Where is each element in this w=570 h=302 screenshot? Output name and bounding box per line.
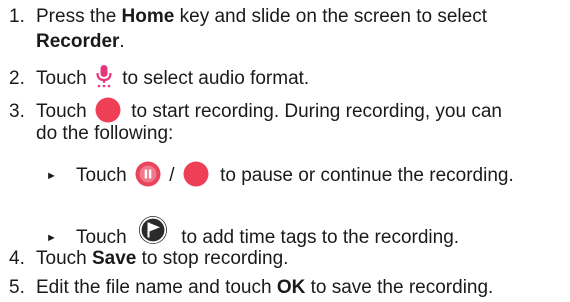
step-text: key and slide on the screen to select [174, 6, 487, 27]
bullet-arrow-icon: ► [46, 170, 57, 182]
step-text: do the following: [36, 123, 174, 144]
step-text: Edit the file name and touch [36, 277, 277, 298]
step-text: to select audio format. [116, 68, 310, 89]
step-5: 5. Edit the file name and touch OK to sav… [9, 276, 493, 300]
step-number: 5. [9, 277, 25, 298]
step-text: Touch [36, 101, 92, 122]
record-button-icon [183, 161, 209, 187]
step-4: 4. Touch Save to stop recording. [9, 247, 288, 271]
step-text: Touch [76, 227, 132, 248]
separator-slash: / [163, 165, 180, 186]
step-number: 2. [9, 68, 25, 89]
step-text: to add time tags to the recording. [175, 227, 460, 248]
step-text: to pause or continue the recording. [214, 165, 514, 186]
step-number: 3. [9, 101, 25, 122]
step-number: 1. [9, 6, 25, 27]
step-text: Touch [76, 165, 132, 186]
step-text: to stop recording. [136, 248, 289, 269]
button-name-save: Save [91, 248, 137, 269]
key-name-home: Home [121, 6, 175, 27]
record-button-icon [95, 97, 121, 123]
step-text: Touch [36, 68, 92, 89]
step-text: to save the recording. [305, 277, 494, 298]
step-number: 4. [9, 248, 25, 269]
step-2: 2. Touch to select audio format. [9, 64, 309, 91]
pause-button-icon [135, 161, 161, 187]
microphone-settings-icon [94, 64, 114, 88]
substep-time-tags: ► Touch to add time tags to the recording… [46, 214, 459, 250]
instruction-list: 1. Press the Home key and slide on the sc… [0, 0, 570, 302]
step-text: Press the [36, 6, 122, 27]
step-3-continuation: do the following: [36, 122, 173, 146]
time-tag-flag-icon [135, 214, 170, 246]
app-name-recorder: Recorder [36, 31, 120, 52]
step-text: . [119, 31, 125, 52]
step-1-continuation: Recorder. [36, 30, 125, 54]
step-text: Touch [36, 248, 92, 269]
step-1: 1. Press the Home key and slide on the sc… [9, 5, 487, 29]
step-3: 3. Touch to start recording. During recor… [9, 97, 502, 124]
step-text: to start recording. During recording, yo… [125, 101, 502, 122]
button-name-ok: OK [276, 277, 306, 298]
substep-pause-continue: ► Touch / to pause or continue the record… [46, 161, 514, 188]
